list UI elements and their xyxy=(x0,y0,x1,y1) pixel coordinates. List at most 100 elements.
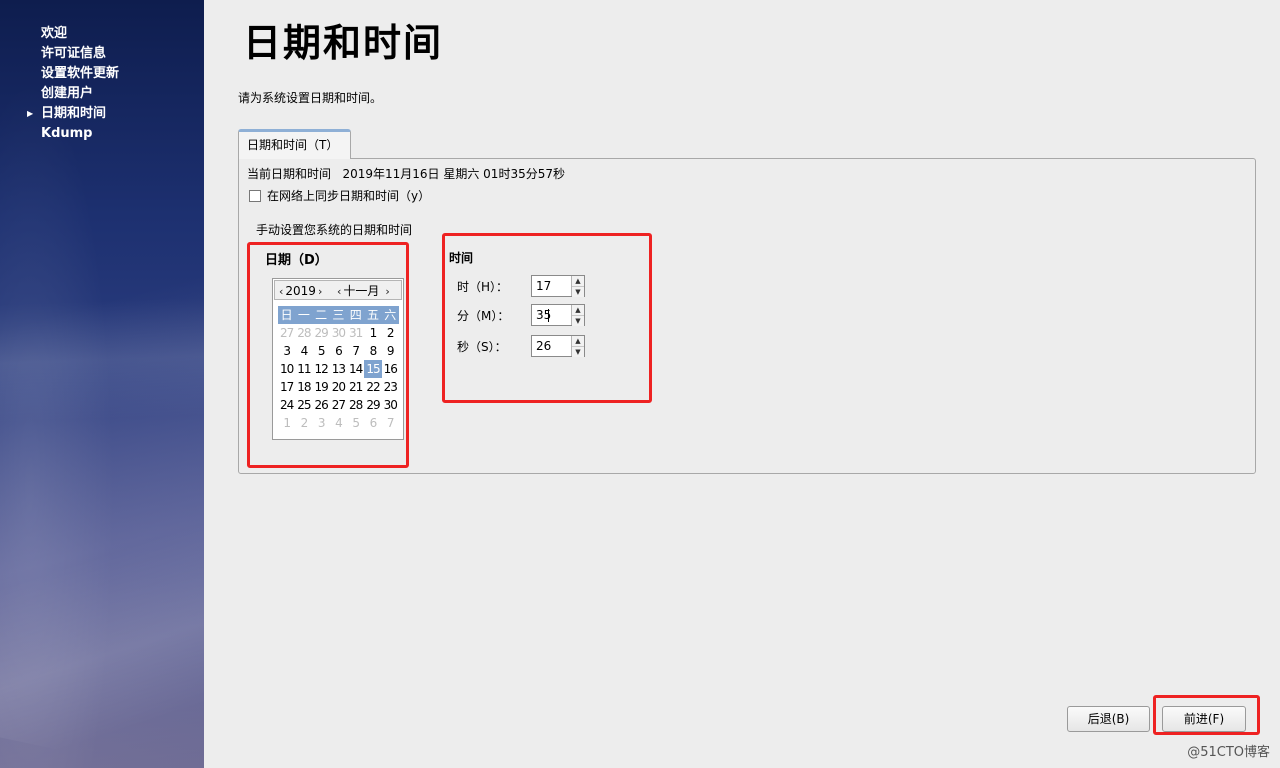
tab-date-time[interactable]: 日期和时间（T） xyxy=(238,129,351,159)
hour-row: 时（H）： 17 ▲ ▼ xyxy=(457,275,585,297)
second-spinner[interactable]: 26 ▲ ▼ xyxy=(531,335,585,357)
calendar-day[interactable]: 14 xyxy=(347,360,364,378)
calendar-day[interactable]: 7 xyxy=(347,342,364,360)
calendar-day[interactable]: 4 xyxy=(295,342,312,360)
calendar-day[interactable]: 11 xyxy=(295,360,312,378)
calendar-day[interactable]: 31 xyxy=(347,324,364,342)
calendar-day[interactable]: 4 xyxy=(330,414,347,432)
minute-up-icon[interactable]: ▲ xyxy=(572,305,584,315)
calendar-day[interactable]: 23 xyxy=(382,378,399,396)
calendar-day[interactable]: 6 xyxy=(330,342,347,360)
calendar-day[interactable]: 26 xyxy=(313,396,330,414)
calendar-grid: 日 一 二 三 四 五 六 27 28 29 30 31 1 2 3 4 5 6… xyxy=(278,306,399,432)
sidebar-item-kdump[interactable]: Kdump xyxy=(0,124,204,144)
calendar-week-row: 27 28 29 30 31 1 2 xyxy=(278,324,399,342)
sidebar-item-date-time[interactable]: ▶ 日期和时间 xyxy=(0,104,204,124)
calendar-day[interactable]: 10 xyxy=(278,360,295,378)
calendar-day[interactable]: 18 xyxy=(295,378,312,396)
calendar-day[interactable]: 5 xyxy=(347,414,364,432)
sidebar-item-license[interactable]: 许可证信息 xyxy=(0,44,204,64)
minute-spinner-buttons: ▲ ▼ xyxy=(571,305,584,326)
sidebar-item-label: 许可证信息 xyxy=(41,46,107,61)
second-up-icon[interactable]: ▲ xyxy=(572,336,584,346)
hour-down-icon[interactable]: ▼ xyxy=(572,286,584,297)
sidebar-item-label: Kdump xyxy=(41,126,93,141)
current-date-time-value: 2019年11月16日 星期六 01时35分57秒 xyxy=(342,167,565,181)
next-month-icon[interactable]: › xyxy=(379,285,391,298)
calendar-day[interactable]: 1 xyxy=(364,324,381,342)
calendar-week-row: 17 18 19 20 21 22 23 xyxy=(278,378,399,396)
current-date-time-label: 当前日期和时间 xyxy=(247,167,332,181)
month-selector: ‹ 十一月 › xyxy=(335,282,392,300)
hour-value[interactable]: 17 xyxy=(532,276,571,296)
network-sync-label: 在网络上同步日期和时间（y） xyxy=(267,189,431,203)
minute-down-icon[interactable]: ▼ xyxy=(572,315,584,326)
sidebar-item-label: 设置软件更新 xyxy=(41,66,120,81)
second-spinner-buttons: ▲ ▼ xyxy=(571,336,584,357)
sidebar: 欢迎 许可证信息 设置软件更新 创建用户 ▶ 日期和时间 Kdump xyxy=(0,0,204,768)
calendar-day[interactable]: 21 xyxy=(347,378,364,396)
calendar-day[interactable]: 28 xyxy=(295,324,312,342)
minute-value[interactable]: 35 xyxy=(532,305,571,325)
next-year-icon[interactable]: › xyxy=(316,285,324,298)
minute-label: 分（M）： xyxy=(457,308,510,323)
calendar-day[interactable]: 1 xyxy=(278,414,295,432)
time-section-title: 时间 xyxy=(449,251,474,265)
month-label: 十一月 xyxy=(343,284,380,298)
calendar-day[interactable]: 28 xyxy=(347,396,364,414)
calendar-day[interactable]: 27 xyxy=(330,396,347,414)
calendar-day[interactable]: 9 xyxy=(382,342,399,360)
sidebar-item-label: 欢迎 xyxy=(41,26,68,41)
minute-row: 分（M）： 35 ▲ ▼ xyxy=(457,304,585,326)
calendar-day[interactable]: 13 xyxy=(330,360,347,378)
calendar-day[interactable]: 2 xyxy=(382,324,399,342)
second-down-icon[interactable]: ▼ xyxy=(572,346,584,357)
date-section-title: 日期（D） xyxy=(265,253,328,268)
current-step-arrow-icon: ▶ xyxy=(27,109,34,118)
calendar-day[interactable]: 27 xyxy=(278,324,295,342)
network-sync-row[interactable]: 在网络上同步日期和时间（y） xyxy=(249,187,430,204)
hour-up-icon[interactable]: ▲ xyxy=(572,276,584,286)
sidebar-item-software-updates[interactable]: 设置软件更新 xyxy=(0,64,204,84)
calendar-day[interactable]: 29 xyxy=(313,324,330,342)
calendar-day[interactable]: 8 xyxy=(364,342,381,360)
second-value[interactable]: 26 xyxy=(532,336,571,356)
calendar: ‹ 2019 › ‹ 十一月 › 日 一 二 三 四 五 六 27 28 29 30 3… xyxy=(272,278,404,440)
calendar-day[interactable]: 5 xyxy=(313,342,330,360)
calendar-week-row: 24 25 26 27 28 29 30 xyxy=(278,396,399,414)
text-caret xyxy=(548,309,549,322)
hour-spinner[interactable]: 17 ▲ ▼ xyxy=(531,275,585,297)
calendar-day[interactable]: 17 xyxy=(278,378,295,396)
calendar-day[interactable]: 30 xyxy=(330,324,347,342)
calendar-week-row: 3 4 5 6 7 8 9 xyxy=(278,342,399,360)
calendar-week-row: 1 2 3 4 5 6 7 xyxy=(278,414,399,432)
sidebar-item-welcome[interactable]: 欢迎 xyxy=(0,24,204,44)
calendar-day[interactable]: 3 xyxy=(313,414,330,432)
second-label: 秒（S）： xyxy=(457,339,507,354)
page-title: 日期和时间 xyxy=(243,21,444,65)
calendar-day-selected[interactable]: 15 xyxy=(364,360,382,378)
weekday-cell: 日 xyxy=(280,308,293,322)
calendar-week-row: 10 11 12 13 14 15 16 xyxy=(278,360,399,378)
weekday-cell: 二 xyxy=(315,308,328,322)
calendar-day[interactable]: 19 xyxy=(313,378,330,396)
weekday-cell: 一 xyxy=(297,308,310,322)
calendar-day[interactable]: 22 xyxy=(364,378,381,396)
calendar-day[interactable]: 29 xyxy=(364,396,381,414)
calendar-day[interactable]: 6 xyxy=(364,414,381,432)
calendar-day[interactable]: 3 xyxy=(278,342,295,360)
network-sync-checkbox[interactable] xyxy=(249,189,261,202)
calendar-day[interactable]: 16 xyxy=(382,360,399,378)
calendar-day[interactable]: 25 xyxy=(295,396,312,414)
forward-button[interactable]: 前进(F) xyxy=(1162,706,1246,732)
sidebar-item-create-user[interactable]: 创建用户 xyxy=(0,84,204,104)
calendar-day[interactable]: 20 xyxy=(330,378,347,396)
current-date-time: 当前日期和时间 2019年11月16日 星期六 01时35分57秒 xyxy=(247,165,565,182)
minute-spinner[interactable]: 35 ▲ ▼ xyxy=(531,304,585,326)
back-button[interactable]: 后退(B) xyxy=(1067,706,1150,732)
calendar-day[interactable]: 7 xyxy=(382,414,399,432)
calendar-day[interactable]: 24 xyxy=(278,396,295,414)
calendar-day[interactable]: 30 xyxy=(382,396,399,414)
calendar-day[interactable]: 12 xyxy=(313,360,330,378)
calendar-day[interactable]: 2 xyxy=(295,414,312,432)
